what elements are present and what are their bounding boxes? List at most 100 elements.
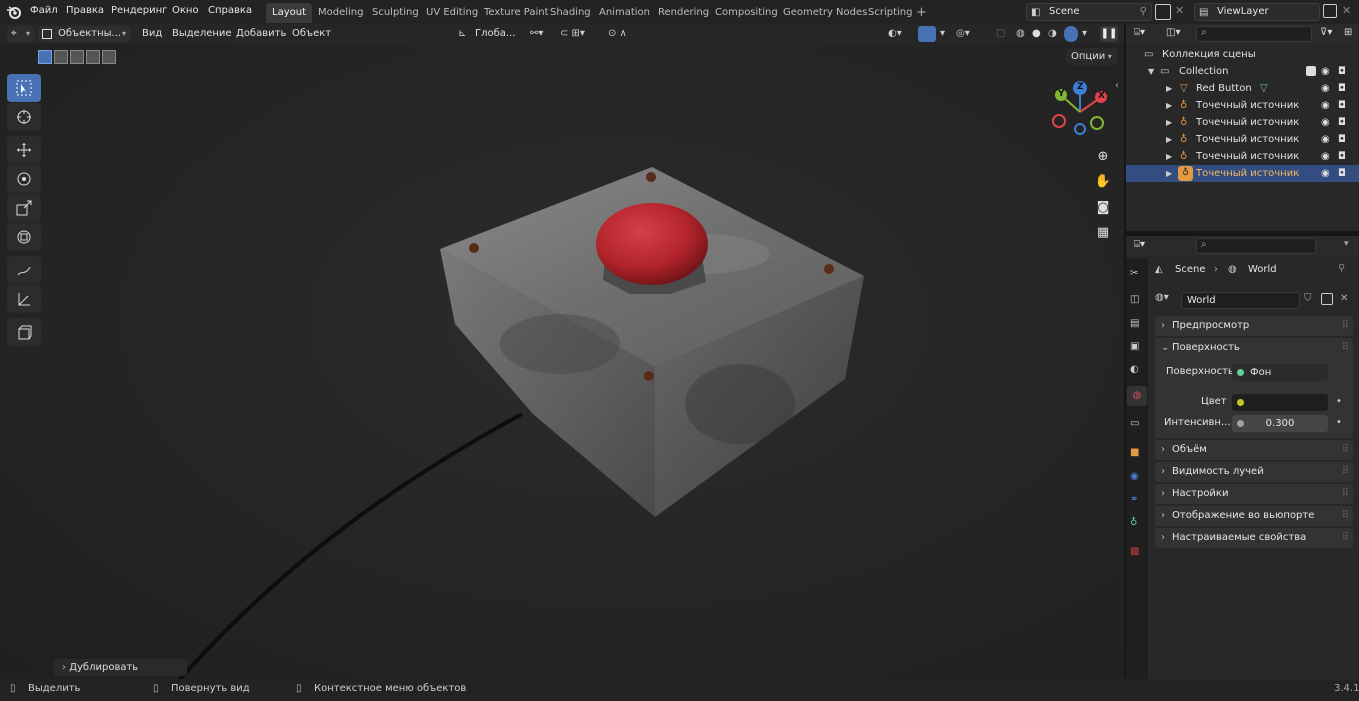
menu-window[interactable]: Окно — [172, 5, 199, 16]
select-intersect-icon[interactable] — [102, 50, 116, 64]
chevron-right-icon[interactable]: ▶ — [1166, 114, 1172, 131]
camera-render-icon[interactable]: ◘ — [1338, 165, 1346, 182]
pin-icon[interactable]: ⚲ — [1140, 4, 1147, 20]
tab-sculpting[interactable]: Sculpting — [366, 3, 425, 23]
tool-tab-icon[interactable]: ✂ — [1130, 268, 1138, 279]
outliner-item-light-selected[interactable]: ▶ ♁ Точечный источник.004 ◉ ◘ — [1126, 165, 1359, 182]
drag-handle-icon[interactable]: ⠿ — [1342, 316, 1349, 336]
proportional-edit-icon[interactable]: ⊙ ∧ — [608, 26, 627, 42]
duplicate-world-icon[interactable] — [1321, 293, 1333, 305]
panel-surface-header[interactable]: ⌄ Поверхность ⠿ — [1155, 338, 1353, 358]
outliner-item-light[interactable]: ▶ ♁ Точечный источник.001 ◉ ◘ — [1126, 114, 1359, 131]
gizmo-toggle-icon[interactable] — [918, 26, 936, 42]
panel-viewport-display[interactable]: › Отображение во вьюпорте ⠿ — [1155, 506, 1353, 526]
menu-render[interactable]: Рендеринг — [111, 5, 167, 16]
solid-shading-icon[interactable]: ● — [1032, 26, 1041, 42]
transform-orientation[interactable]: ⊾ Глоба... — [456, 26, 524, 42]
editor-type-button[interactable]: ⌖ ▾ — [7, 26, 35, 42]
chevron-right-icon[interactable]: ▶ — [1166, 80, 1172, 97]
display-mode-icon[interactable]: ◫▾ — [1166, 27, 1180, 38]
eye-icon[interactable]: ◉ — [1321, 80, 1330, 97]
outliner-search-input[interactable]: ⌕ — [1196, 26, 1312, 42]
constraints-tab-icon[interactable]: ⚭ — [1130, 494, 1138, 505]
camera-render-icon[interactable]: ◘ — [1338, 148, 1346, 165]
chevron-right-icon[interactable]: ▶ — [1166, 165, 1172, 182]
menu-select[interactable]: Выделение — [172, 26, 232, 42]
keyframe-dot-icon[interactable]: • — [1336, 417, 1342, 428]
data-tab-icon[interactable]: ♁ — [1130, 517, 1137, 528]
filter-icon[interactable]: ⊽▾ — [1320, 27, 1332, 38]
viewlayer-selector[interactable]: ▤ ViewLayer — [1194, 3, 1320, 21]
eye-icon[interactable]: ◉ — [1321, 97, 1330, 114]
object-tab-icon[interactable]: ■ — [1130, 447, 1139, 458]
camera-icon[interactable]: ◙ — [1092, 196, 1114, 218]
tab-animation[interactable]: Animation — [593, 3, 656, 23]
pivot-icon[interactable]: ⚯▾ — [530, 26, 543, 42]
cursor-tool[interactable] — [7, 103, 41, 131]
pause-render-icon[interactable]: ❚❚ — [1100, 26, 1118, 42]
close-viewlayer-icon[interactable]: ✕ — [1342, 4, 1351, 17]
chevron-right-icon[interactable]: ▶ — [1166, 148, 1172, 165]
rendered-shading-icon[interactable] — [1064, 26, 1078, 42]
unlink-world-icon[interactable]: ✕ — [1340, 293, 1348, 304]
snap-icon[interactable]: ⊂ ⊞▾ — [560, 26, 585, 42]
pin-icon[interactable]: ⚲ — [1338, 263, 1345, 274]
world-name-field[interactable]: World — [1181, 292, 1300, 309]
color-field[interactable] — [1232, 394, 1328, 411]
tab-modeling[interactable]: Modeling — [312, 3, 370, 23]
selection-mode-buttons[interactable] — [38, 50, 116, 64]
measure-tool[interactable] — [7, 285, 41, 313]
last-operator-panel[interactable]: › Дублировать — [54, 659, 187, 676]
camera-render-icon[interactable]: ◘ — [1338, 63, 1346, 80]
tab-shading[interactable]: Shading — [544, 3, 597, 23]
physics-tab-icon[interactable]: ◉ — [1130, 471, 1139, 482]
collection-tab-icon[interactable]: ▭ — [1130, 418, 1139, 429]
menu-view[interactable]: Вид — [142, 26, 162, 42]
mode-selector[interactable]: Объектны... ▾ — [38, 26, 131, 42]
output-tab-icon[interactable]: ▤ — [1130, 318, 1139, 329]
drag-handle-icon[interactable]: ⠿ — [1342, 440, 1349, 460]
view-layer-tab-icon[interactable]: ▣ — [1130, 341, 1139, 352]
navigation-gizmo[interactable]: Z X Y — [1046, 78, 1114, 140]
xray-icon[interactable]: ▢ — [996, 26, 1005, 42]
material-shading-icon[interactable]: ◑ — [1048, 26, 1057, 42]
tab-uv-editing[interactable]: UV Editing — [420, 3, 484, 23]
panel-preview[interactable]: › Предпросмотр ⠿ — [1155, 316, 1353, 336]
strength-field[interactable]: 0.300 — [1232, 415, 1328, 432]
select-subtract-icon[interactable] — [70, 50, 84, 64]
outliner-item-light[interactable]: ▶ ♁ Точечный источник.002 ◉ ◘ — [1126, 131, 1359, 148]
chevron-right-icon[interactable]: ▶ — [1166, 131, 1172, 148]
surface-shader-selector[interactable]: Фон — [1232, 364, 1328, 381]
eye-icon[interactable]: ◉ — [1321, 165, 1330, 182]
menu-file[interactable]: Файл — [30, 5, 58, 16]
eye-icon[interactable]: ◉ — [1321, 63, 1330, 80]
collection-row[interactable]: ▼ ▭ Collection ◉ ◘ — [1126, 63, 1359, 80]
visibility-icon[interactable]: ◐▾ — [888, 26, 902, 42]
drag-handle-icon[interactable]: ⠿ — [1342, 338, 1349, 358]
texture-tab-icon[interactable]: ▩ — [1130, 546, 1139, 557]
eye-icon[interactable]: ◉ — [1321, 131, 1330, 148]
eye-icon[interactable]: ◉ — [1321, 148, 1330, 165]
add-cube-tool[interactable] — [7, 318, 41, 346]
select-extend-icon[interactable] — [54, 50, 68, 64]
tab-compositing[interactable]: Compositing — [709, 3, 784, 23]
chevron-down-icon[interactable]: ▾ — [1344, 239, 1349, 249]
new-scene-icon[interactable] — [1155, 4, 1171, 20]
outliner-item-red-button[interactable]: ▶ ▽ Red Button ▽ ◉ ◘ — [1126, 80, 1359, 97]
tab-layout[interactable]: Layout — [266, 3, 312, 23]
sidebar-toggle-icon[interactable]: ‹ — [1115, 80, 1119, 91]
drag-handle-icon[interactable]: ⠿ — [1342, 528, 1349, 548]
keyframe-dot-icon[interactable]: • — [1336, 396, 1342, 407]
mesh-data-icon[interactable]: ▽ — [1260, 80, 1268, 97]
chevron-down-icon[interactable]: ▼ — [1148, 63, 1154, 80]
eye-icon[interactable]: ◉ — [1321, 114, 1330, 131]
overlays-icon[interactable]: ◎▾ — [956, 26, 970, 42]
annotate-tool[interactable] — [7, 256, 41, 284]
scene-selector[interactable]: ◧ Scene ⚲ — [1026, 3, 1152, 21]
camera-render-icon[interactable]: ◘ — [1338, 80, 1346, 97]
outliner-item-light[interactable]: ▶ ♁ Точечный источник.003 ◉ ◘ — [1126, 148, 1359, 165]
menu-add[interactable]: Добавить — [236, 26, 286, 42]
blender-logo-icon[interactable] — [6, 4, 22, 20]
new-collection-icon[interactable]: ⊞ — [1344, 27, 1352, 38]
pan-hand-icon[interactable]: ✋ — [1092, 170, 1114, 192]
